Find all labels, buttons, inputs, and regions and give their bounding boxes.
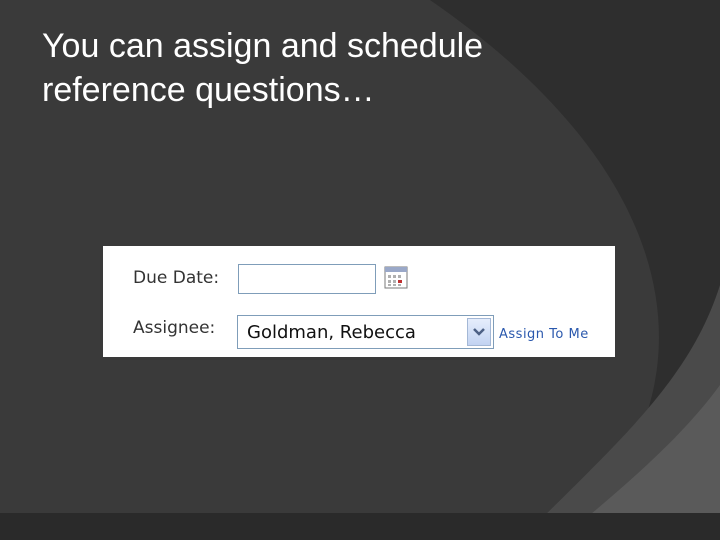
assignee-label: Assignee: xyxy=(133,318,216,338)
assignee-selected-value: Goldman, Rebecca xyxy=(247,322,416,343)
slide-title-line-1: You can assign and schedule xyxy=(42,27,484,65)
due-date-input[interactable] xyxy=(238,264,376,294)
assign-to-me-link[interactable]: Assign To Me xyxy=(499,327,589,342)
calendar-icon[interactable] xyxy=(384,265,408,289)
due-date-label: Due Date: xyxy=(133,268,220,288)
assignee-select[interactable]: Goldman, Rebecca xyxy=(237,315,494,349)
assignment-form-screenshot: Due Date: Assignee: Goldman, Rebecca Ass… xyxy=(103,246,615,357)
slide-title-line-2: reference questions… xyxy=(42,71,375,109)
chevron-down-icon[interactable] xyxy=(467,318,491,346)
slide-title: You can assign and schedule reference qu… xyxy=(42,24,642,112)
